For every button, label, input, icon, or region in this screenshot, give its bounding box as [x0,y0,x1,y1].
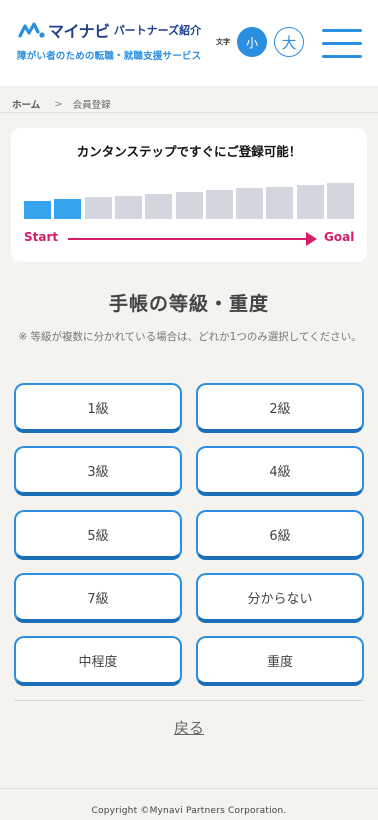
mynavi-logo[interactable]: マイナビ パートナーズ紹介 [18,18,201,42]
option-button[interactable]: 1級 [14,383,182,433]
font-small-button[interactable]: 小 [237,27,267,57]
question-title: 手帳の等級・重度 [108,293,269,315]
step-progress-bars [24,183,354,219]
progress-card: カンタンステップですぐにご登録可能！ Start Goal [11,128,367,262]
step-bar [205,190,233,219]
breadcrumb-current: 会員登録 [72,100,111,111]
step-bar [296,184,324,219]
hamburger-menu-icon[interactable] [322,26,362,60]
step-bar [266,186,294,219]
font-large-button[interactable]: 大 [274,27,304,57]
hamburger-line [322,29,362,32]
option-button[interactable]: 分からない [196,573,364,623]
step-bar [24,201,51,219]
option-button[interactable]: 2級 [196,383,364,433]
goal-label: Goal [324,230,355,244]
option-button[interactable]: 中程度 [14,636,182,686]
step-bar [175,192,203,219]
site-header: マイナビ パートナーズ紹介 障がい者のための転職・就職支援サービス 文字 小 大 [0,0,378,86]
content-divider [14,700,364,701]
step-bar [327,183,354,219]
tagline: 障がい者のための転職・就職支援サービス [17,51,202,62]
option-button[interactable]: 重度 [196,636,364,686]
progress-title: カンタンステップですぐにご登録可能！ [76,144,302,159]
copyright: Copyright ©Mynavi Partners Corporation. [91,806,287,816]
step-bar [114,195,142,219]
step-bar [84,197,112,219]
breadcrumb-separator: > [54,98,63,110]
question-note: ※ 等級が複数に分かれている場合は、どれか1つのみ選択してください。 [18,331,362,343]
logo-brand-text: マイナビ [48,22,110,41]
logo-sub-text: パートナーズ紹介 [113,24,202,37]
option-button[interactable]: 3級 [14,446,182,496]
start-label: Start [24,230,59,244]
mynavi-logo-mark-icon [18,22,45,38]
option-button[interactable]: 6級 [196,510,364,560]
font-size-label: 文字 [216,38,230,46]
hamburger-line [322,42,362,45]
step-bar [236,188,264,219]
footer-divider [0,788,378,789]
step-bar [54,199,82,219]
option-button[interactable]: 7級 [14,573,182,623]
back-link[interactable]: 戻る [0,717,378,738]
option-button[interactable]: 5級 [14,510,182,560]
breadcrumb-divider [0,112,378,113]
step-bar [145,193,173,219]
progress-arrow-icon [306,232,317,246]
hamburger-line [322,55,362,58]
breadcrumb-home-link[interactable]: ホーム [12,97,40,111]
breadcrumb: ホーム > 会員登録 [12,97,111,112]
progress-arrow-line [68,238,310,240]
option-button[interactable]: 4級 [196,446,364,496]
